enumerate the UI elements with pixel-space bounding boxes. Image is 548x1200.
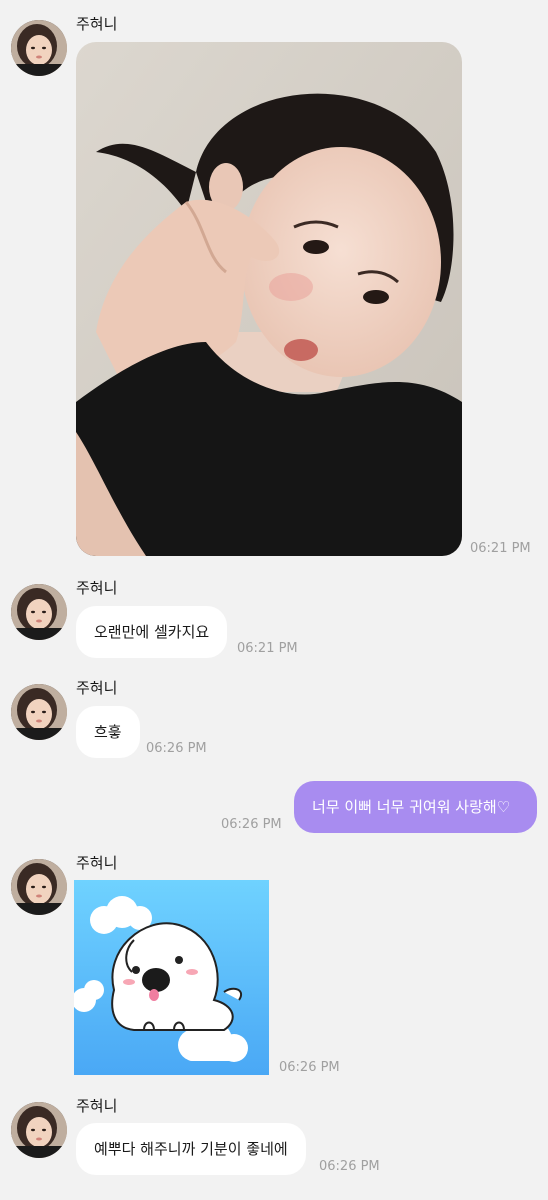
avatar[interactable] [11, 584, 67, 640]
chat-screen: 주혀니 06:21 PM 주혀니 오랜만에 셀카지요 06:21 PM 주혀니 … [0, 0, 548, 1200]
sender-name: 주혀니 [76, 15, 118, 33]
selfie-image [76, 42, 462, 556]
avatar[interactable] [11, 684, 67, 740]
avatar-image [11, 1102, 67, 1158]
timestamp: 06:21 PM [237, 641, 298, 656]
sender-name: 주혀니 [76, 854, 118, 872]
sender-name: 주혀니 [76, 679, 118, 697]
timestamp: 06:26 PM [279, 1060, 340, 1075]
puppy-sticker[interactable] [74, 880, 269, 1075]
message-bubble[interactable]: 흐흫 [76, 706, 140, 758]
avatar-image [11, 20, 67, 76]
sender-name: 주혀니 [76, 1097, 118, 1115]
puppy-cloud-icon [74, 880, 269, 1075]
avatar-image [11, 859, 67, 915]
timestamp: 06:26 PM [319, 1159, 380, 1174]
timestamp: 06:26 PM [146, 741, 207, 756]
message-bubble[interactable]: 예뿌다 해주니까 기분이 좋네에 [76, 1123, 306, 1175]
avatar-image [11, 584, 67, 640]
timestamp: 06:21 PM [470, 541, 531, 556]
message-bubble[interactable]: 오랜만에 셀카지요 [76, 606, 228, 658]
sender-name: 주혀니 [76, 579, 118, 597]
avatar[interactable] [11, 859, 67, 915]
message-bubble-outgoing[interactable]: 너무 이뻐 너무 귀여워 사랑해♡ [294, 781, 537, 833]
avatar-image [11, 684, 67, 740]
avatar[interactable] [11, 20, 67, 76]
shared-photo[interactable] [76, 42, 462, 556]
avatar[interactable] [11, 1102, 67, 1158]
timestamp: 06:26 PM [221, 817, 282, 832]
